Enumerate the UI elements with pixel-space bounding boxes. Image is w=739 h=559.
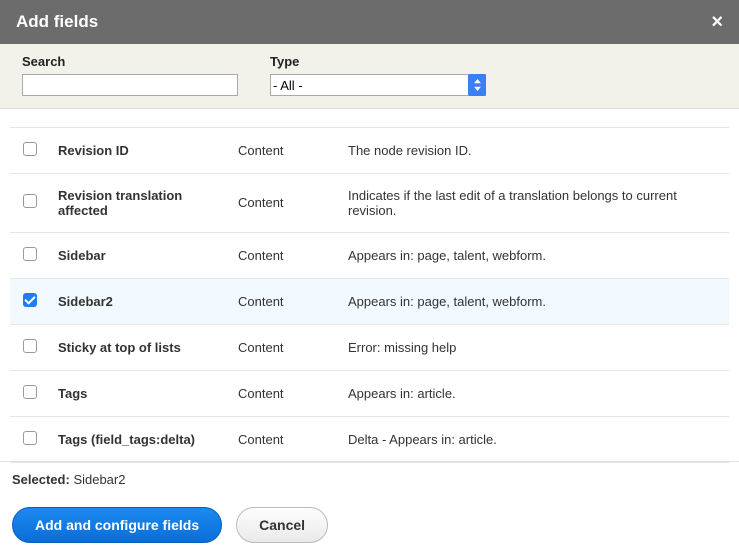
search-filter: Search	[22, 54, 238, 96]
field-name: Tags	[50, 370, 230, 416]
field-category: Content	[230, 416, 340, 462]
selected-value: Sidebar2	[73, 472, 125, 487]
selected-summary: Selected: Sidebar2	[0, 462, 739, 497]
type-label: Type	[270, 54, 486, 69]
field-category: Content	[230, 370, 340, 416]
type-select[interactable]: - All -	[270, 74, 486, 96]
field-name: Sidebar2	[50, 278, 230, 324]
field-category: Content	[230, 173, 340, 232]
cancel-button[interactable]: Cancel	[236, 507, 328, 543]
modal-footer: Selected: Sidebar2 Add and configure fie…	[0, 461, 739, 559]
table-row[interactable]: Sticky at top of listsContentError: miss…	[10, 324, 729, 370]
row-checkbox[interactable]	[23, 385, 37, 399]
field-description: Indicates if the last edit of a translat…	[340, 173, 729, 232]
field-name: Revision translation affected	[50, 173, 230, 232]
table-row[interactable]: Revision IDContentThe node revision ID.	[10, 127, 729, 173]
field-name: Sticky at top of lists	[50, 324, 230, 370]
field-description: Error: missing help	[340, 324, 729, 370]
field-category: Content	[230, 232, 340, 278]
table-row[interactable]: TagsContentAppears in: article.	[10, 370, 729, 416]
modal-title: Add fields	[16, 12, 98, 32]
selected-label: Selected:	[12, 472, 70, 487]
button-bar: Add and configure fields Cancel	[0, 497, 739, 559]
field-description: Delta - Appears in: article.	[340, 416, 729, 462]
field-description: Appears in: article.	[340, 370, 729, 416]
search-input[interactable]	[22, 74, 238, 96]
row-checkbox[interactable]	[23, 339, 37, 353]
close-icon[interactable]: ×	[711, 12, 723, 32]
table-row[interactable]: Sidebar2ContentAppears in: page, talent,…	[10, 278, 729, 324]
search-label: Search	[22, 54, 238, 69]
row-checkbox[interactable]	[23, 194, 37, 208]
field-name: Tags (field_tags:delta)	[50, 416, 230, 462]
table-row[interactable]: Tags (field_tags:delta)ContentDelta - Ap…	[10, 416, 729, 462]
row-checkbox[interactable]	[23, 247, 37, 261]
field-category: Content	[230, 278, 340, 324]
type-filter: Type - All -	[270, 54, 486, 96]
row-checkbox[interactable]	[23, 142, 37, 156]
table-row[interactable]: Revision translation affectedContentIndi…	[10, 173, 729, 232]
table-row[interactable]: SidebarContentAppears in: page, talent, …	[10, 232, 729, 278]
field-name: Sidebar	[50, 232, 230, 278]
field-description: The node revision ID.	[340, 127, 729, 173]
filter-bar: Search Type - All -	[0, 44, 739, 109]
add-configure-button[interactable]: Add and configure fields	[12, 507, 222, 543]
fields-table[interactable]: Revision IDContentThe node revision ID.R…	[0, 109, 739, 464]
field-description: Appears in: page, talent, webform.	[340, 278, 729, 324]
field-category: Content	[230, 127, 340, 173]
field-description: Appears in: page, talent, webform.	[340, 232, 729, 278]
row-checkbox[interactable]	[23, 293, 37, 307]
field-category: Content	[230, 324, 340, 370]
modal-header: Add fields ×	[0, 0, 739, 44]
field-name: Revision ID	[50, 127, 230, 173]
row-checkbox[interactable]	[23, 431, 37, 445]
